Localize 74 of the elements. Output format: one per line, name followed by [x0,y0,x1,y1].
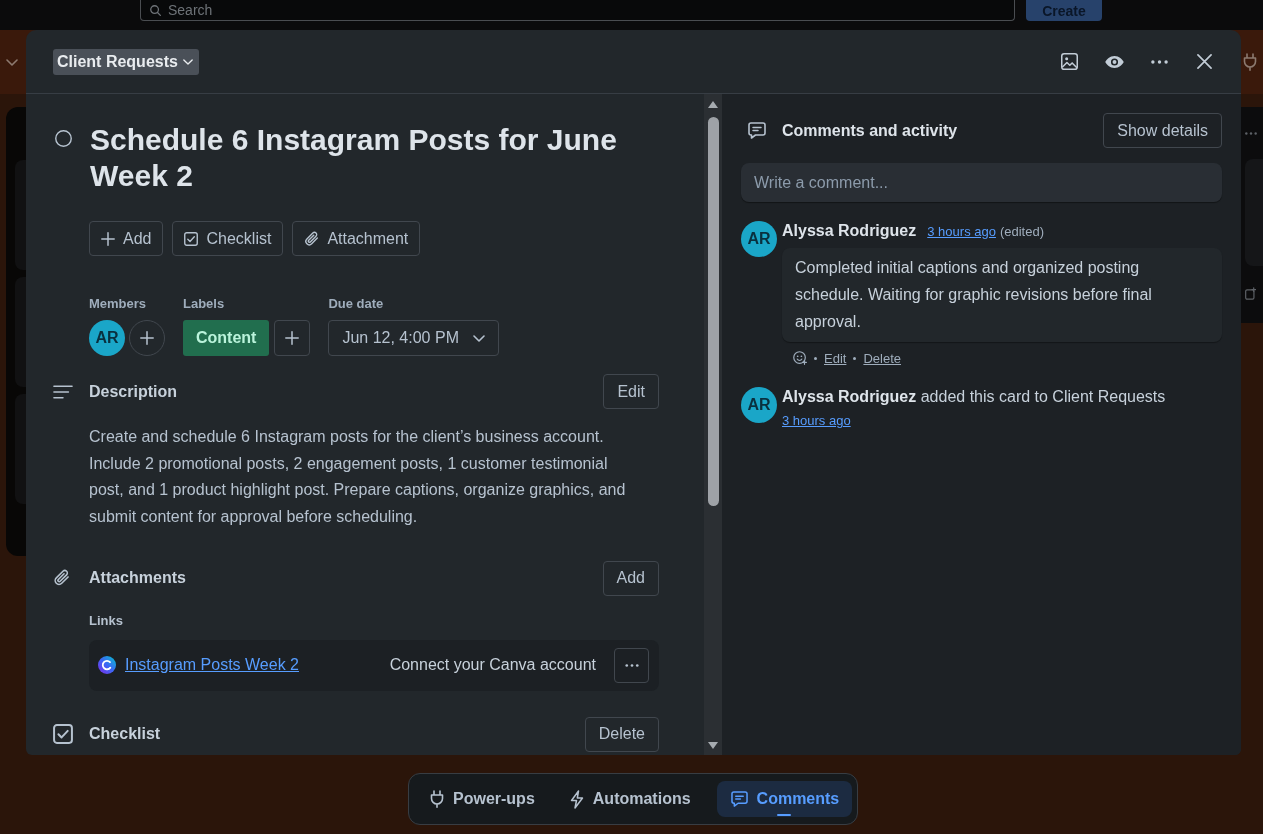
active-indicator-icon [776,814,791,816]
chevron-down-icon [182,58,193,65]
description-lines-icon [53,384,73,399]
more-icon [624,663,639,667]
plug-icon [430,790,444,808]
chevron-down-icon [472,334,485,342]
delete-button[interactable]: Delete [584,716,659,752]
field-label: Labels [183,296,226,312]
description-text: Create and schedule 6 Instagram posts for the client’s business account. Include 2 promotional posts, 2 engagement posts, 1 customer testimonial post, and 1 product highlight post. Prepare captions, organize graphics, and submit content for approval before scheduling. [89,427,627,528]
author-name: Alyssa Rodriguez [782,221,917,241]
checkbox-icon [184,231,199,246]
eye-icon [1104,55,1124,68]
separator-dot-icon [853,356,857,360]
add-label-button[interactable] [274,320,311,356]
list-button[interactable]: Client Requests [53,48,199,75]
attachment-button[interactable]: Attachment [292,221,421,256]
paperclip-icon [53,569,70,588]
search-icon [150,5,161,16]
automations-tab[interactable]: Automations [557,781,703,817]
scroll-down-arrow-icon[interactable] [708,742,718,749]
checklist-button[interactable]: Checklist [172,221,284,256]
paperclip-icon [304,230,320,247]
due-date-dropdown[interactable]: Jun 12, 4:00 PM [328,320,499,356]
circle-icon[interactable] [55,130,72,147]
field-label: Due date [328,296,385,312]
dots-icon [1245,132,1257,135]
edited-note: (edited) [999,223,1044,241]
section-heading: Checklist [89,725,161,744]
comment-icon [730,791,748,807]
section-heading: Comments and activity [782,121,958,140]
connect-account-link[interactable]: Connect your Canva account [389,656,596,675]
comment-action-link[interactable]: Edit [824,350,847,366]
field-label: Members [89,296,148,312]
card-title: Schedule 6 Instagram Posts for June Week 2 [90,122,618,194]
timestamp-link[interactable]: 3 hours ago [782,411,851,431]
lightning-bolt-icon [569,789,584,809]
comments-tab[interactable]: Comments [716,781,853,817]
section-heading: Attachments [89,569,186,588]
section-heading: Description [89,382,177,401]
comment-icon [748,122,766,139]
more-icon [1150,59,1168,64]
scrollbar-thumb[interactable] [707,117,719,506]
attachment-link[interactable]: Instagram Posts Week 2 [125,656,299,675]
show-details-button[interactable]: Show details [1103,113,1222,148]
plus-icon [101,231,115,246]
plus-icon [140,331,154,345]
comment-bubble: Completed initial captions and organized posting schedule. Waiting for graphic revisions before final approval. [782,248,1222,342]
power-ups-button[interactable] [1243,53,1257,71]
square-plus-icon [1245,287,1256,300]
chevron-down-icon [6,58,18,66]
card-label[interactable]: Content [183,320,270,356]
activity-text: Alyssa Rodriguez added this card to Client Requests [782,387,1167,407]
edit-button[interactable]: Edit [603,374,659,409]
member-avatar[interactable]: AR [89,320,125,356]
separator-dot-icon [814,356,817,360]
checkbox-icon [53,724,73,745]
add-attachment-button[interactable]: Add [602,560,659,596]
subsection-label: Links [89,612,124,629]
plug-icon [1243,53,1257,71]
timestamp-link[interactable]: 3 hours ago [927,222,996,242]
power-ups-tab[interactable]: Power-ups [418,781,547,817]
search-field[interactable]: Search [140,0,1015,21]
image-icon [1060,53,1078,70]
plus-icon [285,331,300,345]
comment-field[interactable]: Write a comment... [741,163,1222,202]
close-icon [1196,54,1212,69]
scroll-up-arrow-icon[interactable] [708,101,718,108]
logo-icon [98,656,116,675]
user-avatar[interactable]: AR [741,221,777,257]
collapse-button[interactable] [6,58,18,66]
add-button[interactable]: Add [89,221,164,256]
user-avatar[interactable]: AR [741,387,777,423]
comment-action-link[interactable]: Delete [863,350,901,366]
add-reaction-icon[interactable] [793,351,807,365]
